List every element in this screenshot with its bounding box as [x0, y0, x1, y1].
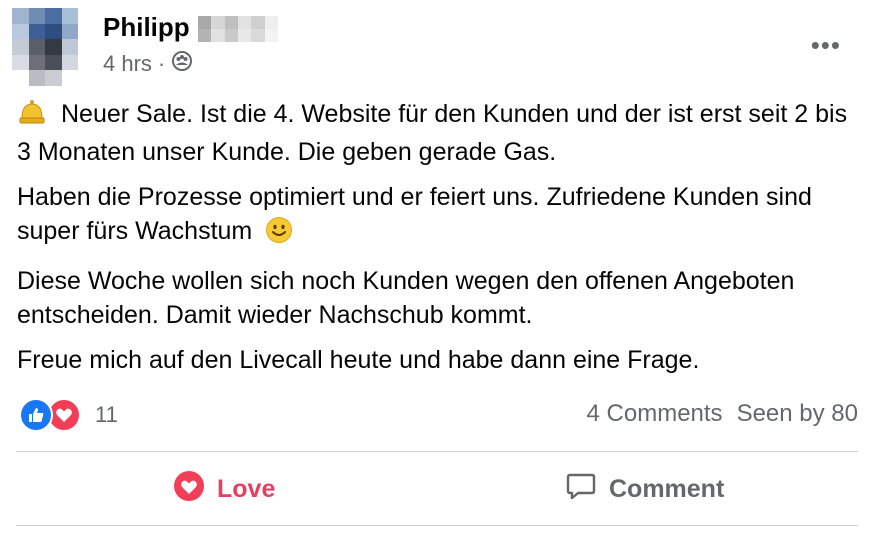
- post-paragraph-1: Neuer Sale. Ist die 4. Website für den K…: [17, 96, 867, 169]
- post-paragraph-3: Diese Woche wollen sich noch Kunden wege…: [17, 264, 867, 332]
- author-surname-redacted: [198, 16, 278, 42]
- more-options-icon[interactable]: •••: [811, 30, 841, 61]
- reaction-count: 11: [95, 402, 118, 427]
- post-paragraph-2: Haben die Prozesse optimiert und er feie…: [17, 180, 867, 253]
- comments-count-link[interactable]: 4 Comments: [587, 400, 723, 428]
- bell-icon: [17, 96, 47, 135]
- divider-bottom: [16, 525, 858, 526]
- comment-label: Comment: [609, 475, 725, 503]
- love-button[interactable]: Love: [173, 470, 275, 509]
- post-meta: 4 hrs ·: [103, 50, 193, 78]
- love-label: Love: [217, 475, 276, 503]
- avatar[interactable]: [12, 8, 78, 86]
- heart-icon: [173, 470, 205, 509]
- reactions-summary[interactable]: 11: [19, 398, 118, 432]
- smile-icon: [265, 216, 293, 253]
- post-stats: 4 Comments Seen by 80: [587, 400, 858, 428]
- divider-top: [16, 451, 858, 452]
- post-text-4: Freue mich auf den Livecall heute und ha…: [17, 346, 700, 374]
- author-name[interactable]: Philipp: [103, 12, 190, 43]
- post-text-1: Neuer Sale. Ist die 4. Website für den K…: [17, 100, 848, 166]
- post-text-2: Haben die Prozesse optimiert und er feie…: [17, 183, 812, 245]
- comment-icon: [565, 470, 597, 509]
- post-text-3: Diese Woche wollen sich noch Kunden wege…: [17, 267, 795, 329]
- post-paragraph-4: Freue mich auf den Livecall heute und ha…: [17, 343, 867, 377]
- post-time[interactable]: 4 hrs: [103, 51, 152, 77]
- like-reaction-icon: [19, 398, 53, 432]
- post-content: Neuer Sale. Ist die 4. Website für den K…: [17, 96, 867, 388]
- friends-icon[interactable]: [171, 50, 193, 78]
- meta-separator: ·: [157, 51, 166, 76]
- comment-button[interactable]: Comment: [565, 470, 724, 509]
- seen-by-count[interactable]: Seen by 80: [737, 400, 858, 428]
